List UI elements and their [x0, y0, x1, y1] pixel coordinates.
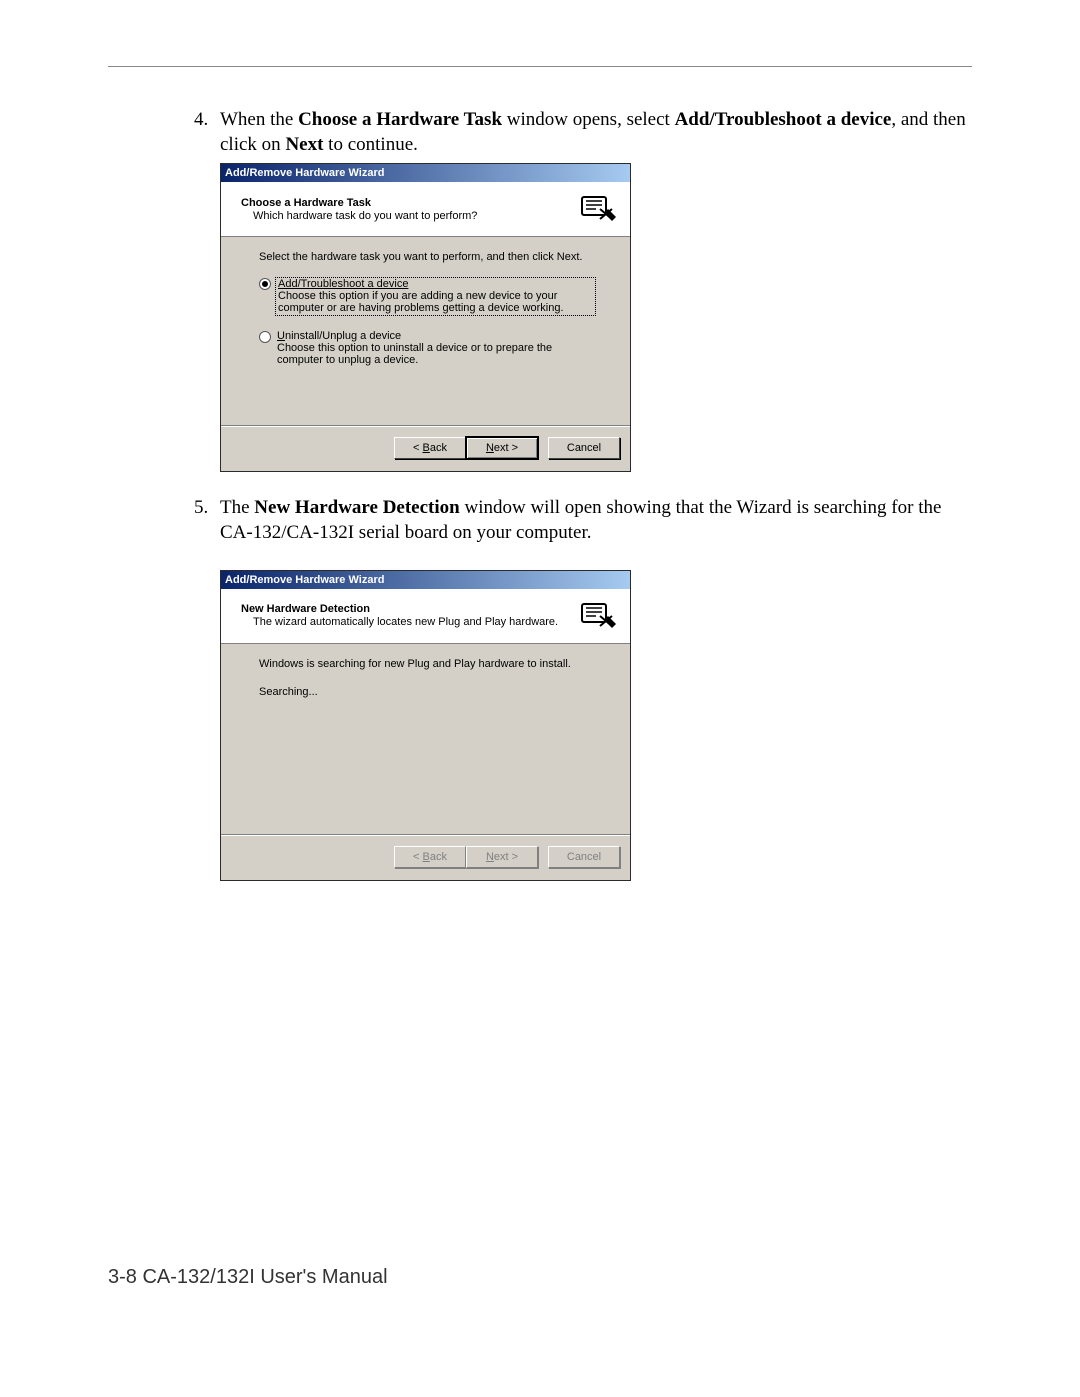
dialog-heading: New Hardware Detection	[241, 603, 572, 615]
dialog-titlebar: Add/Remove Hardware Wizard	[221, 571, 630, 589]
step-text: The New Hardware Detection window will o…	[220, 496, 972, 545]
bold: Choose a Hardware Task	[298, 109, 502, 130]
cancel-button[interactable]: Cancel	[548, 437, 620, 459]
next-button: Next >	[466, 846, 538, 868]
dialog-body: Select the hardware task you want to per…	[221, 237, 630, 425]
dialog-subheading: The wizard automatically locates new Plu…	[241, 616, 572, 628]
horizontal-rule	[108, 66, 972, 67]
page-footer: 3-8 CA-132/132I User's Manual	[108, 1266, 388, 1289]
dialog-footer: < BackNext > Cancel	[221, 836, 630, 880]
t: When the	[220, 109, 298, 130]
step-number: 4.	[194, 108, 220, 157]
cancel-button: Cancel	[548, 846, 620, 868]
step-5: 5. The New Hardware Detection window wil…	[194, 496, 972, 545]
back-button[interactable]: < Back	[394, 437, 466, 459]
radio-description: Choose this option to uninstall a device…	[277, 342, 596, 366]
back-button: < Back	[394, 846, 466, 868]
instruction-text: Windows is searching for new Plug and Pl…	[259, 658, 596, 670]
dialog-subheading: Which hardware task do you want to perfo…	[241, 210, 572, 222]
dialog-header: New Hardware Detection The wizard automa…	[221, 589, 630, 644]
t: to continue.	[323, 134, 417, 155]
dialog-heading: Choose a Hardware Task	[241, 197, 572, 209]
bold: Add/Troubleshoot a device	[675, 109, 892, 130]
hardware-icon	[580, 189, 620, 229]
dialog-body: Windows is searching for new Plug and Pl…	[221, 644, 630, 834]
searching-text: Searching...	[259, 686, 596, 698]
step-text: When the Choose a Hardware Task window o…	[220, 108, 972, 157]
bold: New Hardware Detection	[254, 497, 459, 518]
radio-label: Add/Troubleshoot a device	[278, 278, 593, 290]
t: window opens, select	[502, 109, 675, 130]
dialog-footer: < BackNext > Cancel	[221, 427, 630, 471]
dialog-titlebar: Add/Remove Hardware Wizard	[221, 164, 630, 182]
radio-description: Choose this option if you are adding a n…	[278, 290, 593, 314]
dialog-header: Choose a Hardware Task Which hardware ta…	[221, 182, 630, 237]
radio-uninstall-unplug[interactable]: Uninstall/Unplug a device Choose this op…	[259, 330, 596, 366]
bold: Next	[285, 134, 323, 155]
wizard-choose-hardware-task: Add/Remove Hardware Wizard Choose a Hard…	[220, 163, 631, 472]
instruction-text: Select the hardware task you want to per…	[259, 251, 596, 263]
step-number: 5.	[194, 496, 220, 545]
t: The	[220, 497, 254, 518]
radio-icon	[259, 278, 271, 290]
wizard-new-hardware-detection: Add/Remove Hardware Wizard New Hardware …	[220, 570, 631, 881]
radio-add-troubleshoot[interactable]: Add/Troubleshoot a device Choose this op…	[259, 277, 596, 316]
radio-icon	[259, 331, 271, 343]
next-button[interactable]: Next >	[466, 437, 538, 459]
hardware-icon	[580, 596, 620, 636]
radio-label: Uninstall/Unplug a device	[277, 330, 596, 342]
step-4: 4. When the Choose a Hardware Task windo…	[194, 108, 972, 157]
